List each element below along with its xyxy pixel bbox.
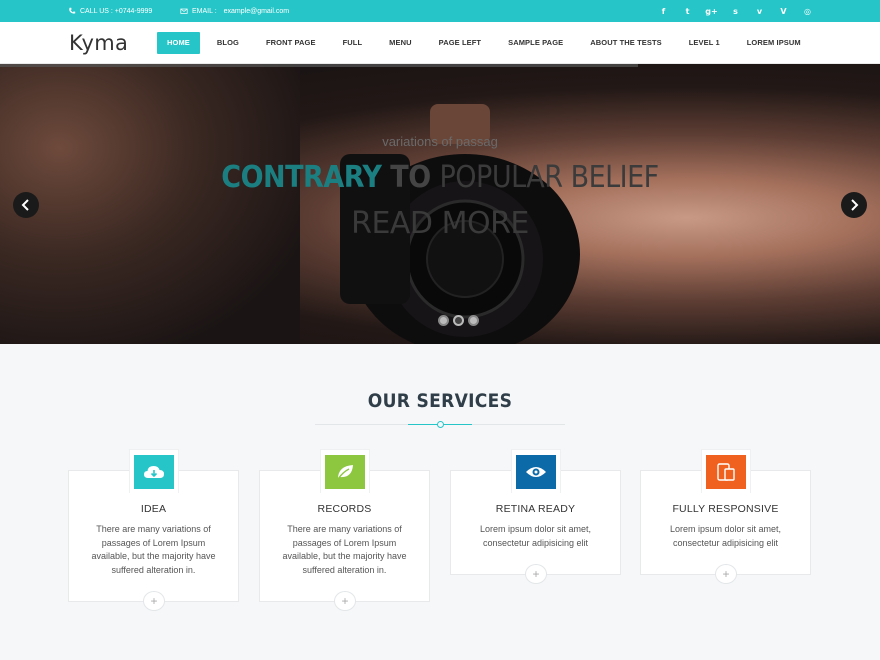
- skype-icon[interactable]: s: [729, 7, 742, 16]
- nav-full[interactable]: FULL: [333, 32, 373, 54]
- headline-word-1: CONTRARY: [221, 160, 382, 195]
- service-card-idea: IDEA There are many variations of passag…: [68, 449, 239, 611]
- service-card-records: RECORDS There are many variations of pas…: [259, 449, 430, 611]
- slider-pagination: [438, 315, 479, 326]
- headline-word-3: POPULAR BELIEF: [439, 160, 660, 195]
- nav-page-left[interactable]: PAGE LEFT: [429, 32, 491, 54]
- service-name: RECORDS: [317, 503, 372, 515]
- nav-about-the-tests[interactable]: ABOUT THE TESTS: [580, 32, 672, 54]
- service-plus-button[interactable]: +: [334, 591, 356, 611]
- vine-icon[interactable]: V: [777, 7, 790, 16]
- nav-level-1[interactable]: LEVEL 1: [679, 32, 730, 54]
- read-more-link[interactable]: READ MORE: [0, 206, 880, 241]
- social-links: f t g+ s v V ◎: [657, 0, 814, 22]
- chevron-left-icon: [21, 199, 29, 211]
- dribbble-icon[interactable]: ◎: [801, 7, 814, 16]
- service-description: There are many variations of passages of…: [282, 524, 407, 575]
- eye-icon: [516, 455, 556, 489]
- phone-contact: CALL US : +0744-9999: [68, 0, 152, 22]
- nav-lorem-ipsum[interactable]: LOREM IPSUM: [737, 32, 811, 54]
- slider-dot-1[interactable]: [438, 315, 449, 326]
- services-title: OUR SERVICES: [367, 390, 513, 412]
- facebook-icon[interactable]: f: [657, 7, 670, 16]
- title-separator: [315, 421, 565, 428]
- nav-front-page[interactable]: FRONT PAGE: [256, 32, 326, 54]
- email-contact: EMAIL : example@gmail.com: [180, 0, 289, 22]
- service-card-fully-responsive: FULLY RESPONSIVE Lorem ipsum dolor sit a…: [640, 449, 811, 584]
- service-name: FULLY RESPONSIVE: [672, 503, 779, 515]
- slider-dot-2[interactable]: [453, 315, 464, 326]
- nav-home[interactable]: HOME: [157, 32, 200, 54]
- leaf-icon: [325, 455, 365, 489]
- nav-menu[interactable]: MENU: [379, 32, 421, 54]
- service-description: Lorem ipsum dolor sit amet, consectetur …: [669, 524, 782, 548]
- phone-icon: [69, 7, 76, 14]
- service-plus-button[interactable]: +: [715, 564, 737, 584]
- service-plus-button[interactable]: +: [525, 564, 547, 584]
- phone-label: CALL US : +0744-9999: [80, 7, 153, 15]
- site-header: Kyma HOME BLOG FRONT PAGE FULL MENU PAGE…: [0, 22, 880, 64]
- nav-sample-page[interactable]: SAMPLE PAGE: [498, 32, 573, 54]
- nav-blog[interactable]: BLOG: [207, 32, 249, 54]
- service-name: IDEA: [140, 503, 167, 515]
- email-link[interactable]: example@gmail.com: [224, 8, 289, 15]
- slider-next-button[interactable]: [841, 192, 867, 218]
- chevron-right-icon: [851, 199, 859, 211]
- vimeo-icon[interactable]: v: [753, 7, 766, 16]
- main-nav: HOME BLOG FRONT PAGE FULL MENU PAGE LEFT…: [157, 32, 818, 54]
- google-plus-icon[interactable]: g+: [705, 7, 718, 16]
- service-card-retina-ready: RETINA READY Lorem ipsum dolor sit amet,…: [450, 449, 621, 584]
- slider-dot-3[interactable]: [468, 315, 479, 326]
- top-bar: CALL US : +0744-9999 EMAIL : example@gma…: [0, 0, 880, 22]
- slider-prev-button[interactable]: [13, 192, 39, 218]
- service-description: There are many variations of passages of…: [91, 524, 216, 575]
- devices-icon: [706, 455, 746, 489]
- envelope-icon: [180, 8, 188, 14]
- headline-word-2: TO: [390, 160, 431, 195]
- slide-progress-bar: [0, 64, 638, 67]
- email-label: EMAIL :: [192, 7, 217, 15]
- hero-slider: variations of passag CONTRARY TO POPULAR…: [0, 64, 880, 344]
- slide-subtitle: variations of passag: [382, 134, 498, 149]
- slide-headline: CONTRARY TO POPULAR BELIEF: [0, 160, 880, 195]
- site-logo[interactable]: Kyma: [69, 31, 128, 55]
- service-plus-button[interactable]: +: [143, 591, 165, 611]
- twitter-icon[interactable]: t: [681, 7, 694, 16]
- cloud-download-icon: [134, 455, 174, 489]
- service-description: Lorem ipsum dolor sit amet, consectetur …: [479, 524, 592, 548]
- slide-background-left: [0, 64, 300, 344]
- service-name: RETINA READY: [495, 503, 576, 515]
